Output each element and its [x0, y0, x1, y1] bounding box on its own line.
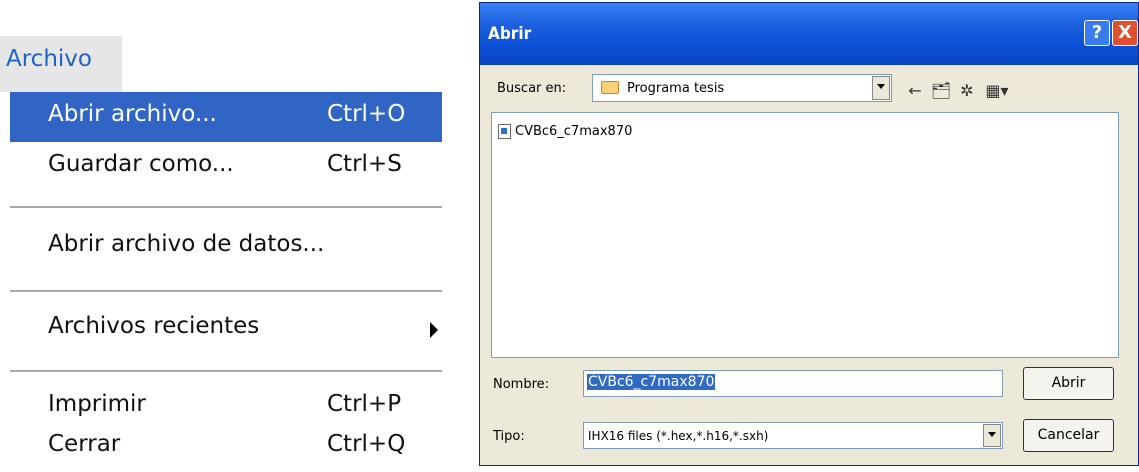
dropdown-arrow-icon[interactable]	[983, 424, 1001, 447]
filename-value: CVBc6_c7max870	[587, 374, 716, 390]
look-in-dropdown[interactable]: Programa tesis	[592, 74, 892, 102]
menu-item-cerrar[interactable]: Cerrar Ctrl+Q	[10, 422, 442, 472]
menu-item-guardar-como[interactable]: Guardar como... Ctrl+S	[10, 142, 442, 192]
menu-item-label: Archivos recientes	[48, 313, 260, 339]
archivo-menu-title-label: Archivo	[6, 46, 92, 72]
menu-item-label: Imprimir	[48, 391, 146, 417]
menu-item-label: Abrir archivo de datos...	[48, 231, 325, 257]
file-list[interactable]: CVBc6_c7max870	[491, 112, 1119, 358]
menu-separator	[10, 370, 442, 372]
cancel-button[interactable]: Cancelar	[1023, 419, 1114, 452]
submenu-arrow-icon	[430, 322, 438, 338]
filename-label: Nombre:	[493, 377, 550, 392]
look-in-label: Buscar en:	[497, 81, 567, 96]
filename-input[interactable]: CVBc6_c7max870	[583, 370, 1003, 397]
help-button[interactable]: ?	[1084, 20, 1110, 46]
menu-item-shortcut: Ctrl+P	[327, 391, 402, 417]
open-file-dialog: Abrir ? X Buscar en: Programa tesis ← 🗂 …	[479, 2, 1139, 466]
file-name: CVBc6_c7max870	[515, 124, 633, 139]
menu-item-archivos-recientes[interactable]: Archivos recientes	[10, 304, 442, 354]
open-button[interactable]: Abrir	[1023, 367, 1114, 400]
view-menu-icon[interactable]: ▦▾	[982, 80, 1012, 102]
filetype-dropdown[interactable]: IHX16 files (*.hex,*.h16,*.sxh)	[583, 422, 1003, 449]
archivo-menu-title[interactable]: Archivo	[0, 36, 124, 92]
dialog-titlebar[interactable]: Abrir ? X	[480, 3, 1138, 65]
look-in-value: Programa tesis	[627, 81, 725, 96]
menu-item-label: Guardar como...	[48, 151, 234, 177]
archivo-dropdown-menu: Abrir archivo... Ctrl+O Guardar como... …	[0, 92, 442, 468]
filetype-label: Tipo:	[493, 429, 525, 444]
menu-separator	[10, 206, 442, 208]
menu-item-shortcut: Ctrl+O	[327, 101, 406, 127]
dialog-title: Abrir	[488, 24, 532, 44]
new-folder-icon[interactable]: ✲	[956, 80, 978, 102]
dropdown-arrow-icon[interactable]	[872, 76, 890, 100]
menu-item-abrir-archivo-de-datos[interactable]: Abrir archivo de datos...	[10, 222, 442, 272]
menu-item-abrir-archivo[interactable]: Abrir archivo... Ctrl+O	[10, 92, 442, 142]
menu-item-shortcut: Ctrl+S	[327, 151, 402, 177]
file-icon	[498, 124, 511, 139]
up-folder-icon[interactable]: 🗂	[930, 80, 952, 102]
folder-icon	[601, 81, 619, 94]
menu-item-label: Abrir archivo...	[48, 101, 217, 127]
menu-item-shortcut: Ctrl+Q	[327, 431, 406, 457]
close-button[interactable]: X	[1112, 20, 1138, 46]
filetype-value: IHX16 files (*.hex,*.h16,*.sxh)	[588, 429, 769, 443]
menu-item-label: Cerrar	[48, 431, 121, 457]
menu-separator	[10, 290, 442, 292]
back-arrow-icon[interactable]: ←	[904, 80, 926, 102]
